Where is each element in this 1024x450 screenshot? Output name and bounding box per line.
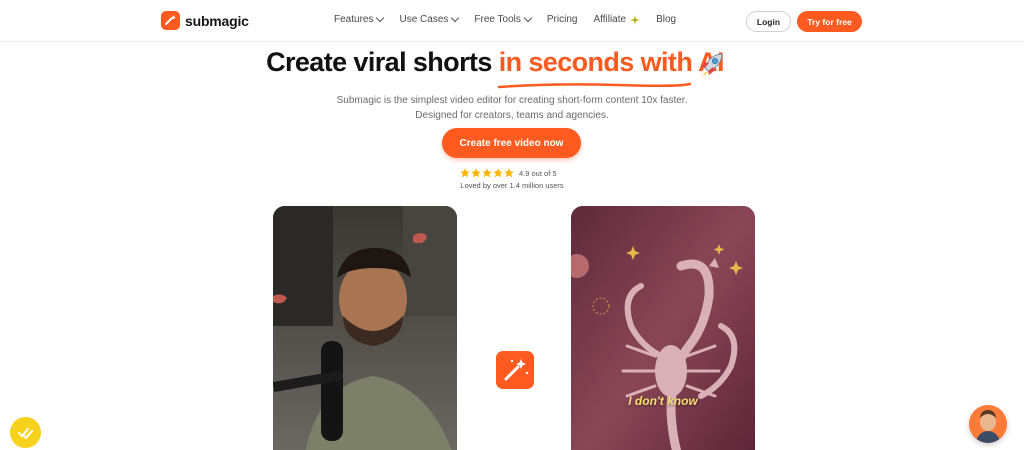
magic-wand-button[interactable] bbox=[496, 351, 534, 389]
nav-item-features[interactable]: Features bbox=[334, 13, 385, 25]
nav-item-label: Free Tools bbox=[474, 14, 521, 25]
video-caption: I don't know bbox=[628, 394, 698, 408]
accent-underline bbox=[497, 82, 692, 89]
nav-item-label: Pricing bbox=[546, 14, 578, 25]
podcast-video-thumbnail bbox=[273, 206, 457, 450]
sparkle-icon bbox=[630, 14, 641, 25]
nav-item-label: Blog bbox=[656, 14, 677, 25]
hero-headline: Create viral shorts in seconds with AI bbox=[0, 47, 1024, 78]
support-chat-avatar[interactable] bbox=[969, 405, 1007, 443]
star-icon bbox=[460, 168, 470, 178]
video-after[interactable]: I don't know bbox=[571, 206, 755, 450]
nav-item-label: Affiliate bbox=[593, 14, 627, 25]
subtitle-line-2: Designed for creators, teams and agencie… bbox=[415, 110, 609, 121]
nav-item-use-cases[interactable]: Use Cases bbox=[399, 13, 460, 25]
rating-stars bbox=[460, 168, 514, 178]
avatar bbox=[969, 405, 1007, 443]
nav-item-pricing[interactable]: Pricing bbox=[547, 14, 578, 25]
scorpion-video-thumbnail bbox=[571, 206, 755, 450]
nav-item-affiliate[interactable]: Affiliate bbox=[593, 14, 641, 25]
nav-item-free-tools[interactable]: Free Tools bbox=[474, 13, 533, 25]
main-menu: Features Use Cases Free Tools Pricing Af… bbox=[334, 13, 692, 25]
headline-accent: in seconds with AI bbox=[498, 47, 725, 77]
rocket-icon bbox=[700, 53, 723, 77]
brand-name: submagic bbox=[185, 12, 249, 29]
create-free-video-button[interactable]: Create free video now bbox=[442, 128, 581, 158]
brand-logo[interactable]: submagic bbox=[161, 11, 249, 30]
nav-item-label: Use Cases bbox=[399, 14, 449, 25]
loved-by-text: Loved by over 1.4 million users bbox=[460, 181, 564, 190]
login-button[interactable]: Login bbox=[746, 11, 791, 32]
rating-text: 4.9 out of 5 bbox=[519, 168, 557, 178]
checkmarks-icon bbox=[18, 428, 33, 440]
star-icon bbox=[504, 168, 514, 178]
accessibility-widget-button[interactable] bbox=[10, 417, 41, 448]
chevron-down-icon bbox=[376, 13, 385, 23]
submagic-logo-icon bbox=[161, 11, 180, 30]
hero-subtitle: Submagic is the simplest video editor fo… bbox=[0, 93, 1024, 123]
chevron-down-icon bbox=[451, 13, 460, 23]
top-navbar: submagic Features Use Cases Free Tools P… bbox=[0, 0, 1024, 42]
nav-item-blog[interactable]: Blog bbox=[656, 14, 676, 25]
star-icon bbox=[471, 168, 481, 178]
video-before[interactable] bbox=[273, 206, 457, 450]
star-icon bbox=[482, 168, 492, 178]
subtitle-line-1: Submagic is the simplest video editor fo… bbox=[336, 95, 688, 106]
try-for-free-button[interactable]: Try for free bbox=[797, 11, 862, 32]
chevron-down-icon bbox=[523, 13, 533, 23]
magic-wand-icon bbox=[504, 359, 529, 381]
nav-item-label: Features bbox=[334, 14, 374, 25]
rating: 4.9 out of 5 bbox=[460, 168, 557, 178]
star-icon bbox=[493, 168, 503, 178]
headline-text: Create viral shorts bbox=[266, 47, 499, 77]
